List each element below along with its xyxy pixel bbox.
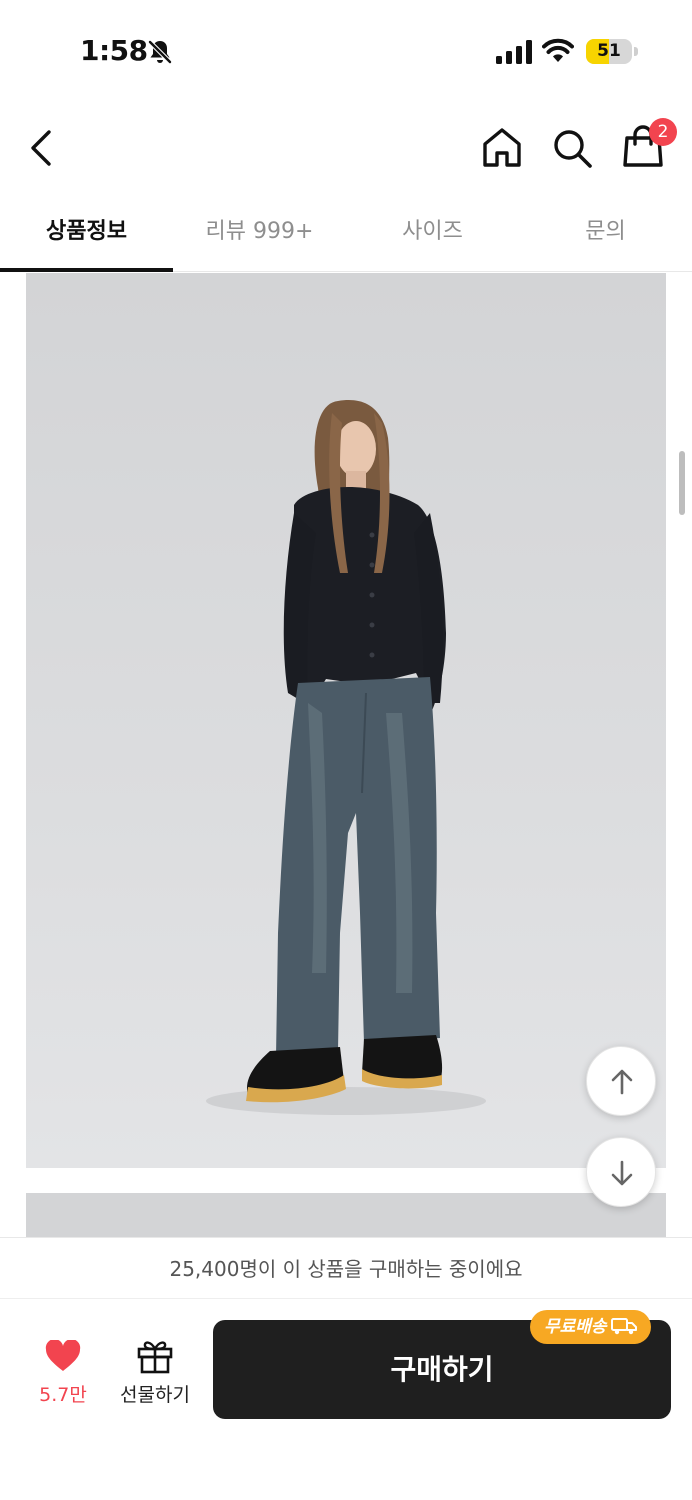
arrow-up-icon: [611, 1069, 633, 1095]
search-icon[interactable]: [548, 124, 596, 172]
scroll-down-button[interactable]: [586, 1137, 656, 1207]
tab-size[interactable]: 사이즈: [346, 196, 519, 272]
free-shipping-badge: 무료배송: [530, 1310, 651, 1344]
product-tabs: 상품정보 리뷰 999+ 사이즈 문의: [0, 196, 692, 272]
arrow-down-icon: [611, 1160, 633, 1186]
battery-icon: 51: [586, 39, 632, 64]
gift-label: 선물하기: [120, 1384, 190, 1406]
cellular-signal-icon: [496, 40, 532, 64]
tab-inquiry[interactable]: 문의: [519, 196, 692, 272]
like-count: 5.7만: [39, 1384, 87, 1406]
purchase-bar: 5.7만 선물하기 구매하기 무료배송: [0, 1300, 692, 1500]
top-navigation-bar: [0, 100, 692, 196]
scroll-indicator[interactable]: [679, 451, 685, 515]
home-icon[interactable]: [478, 124, 526, 172]
scroll-up-button[interactable]: [586, 1046, 656, 1116]
free-shipping-label: 무료배송: [544, 1317, 607, 1337]
back-chevron-icon[interactable]: [20, 126, 64, 170]
cart-count-badge: 2: [649, 118, 677, 146]
product-photo-next: [26, 1193, 666, 1237]
tab-product-info[interactable]: 상품정보: [0, 196, 173, 272]
battery-percent: 51: [597, 41, 621, 61]
battery-nub: [634, 47, 638, 56]
product-detail-content[interactable]: [0, 273, 692, 1237]
buying-now-notice: 25,400명이 이 상품을 구매하는 중이에요: [0, 1237, 692, 1299]
status-bar: 1:58 51: [0, 0, 692, 100]
gift-icon: [137, 1341, 173, 1374]
like-button[interactable]: 5.7만: [30, 1340, 96, 1410]
bell-off-icon: [148, 40, 172, 64]
truck-icon: [610, 1318, 637, 1335]
wifi-icon: [542, 38, 574, 62]
heart-icon: [45, 1340, 81, 1371]
tab-reviews[interactable]: 리뷰 999+: [173, 196, 346, 272]
model-illustration: [206, 400, 486, 1115]
status-time: 1:58: [80, 34, 148, 67]
active-tab-indicator: [0, 268, 173, 272]
product-photo: [26, 273, 666, 1168]
gift-button[interactable]: 선물하기: [112, 1338, 198, 1410]
